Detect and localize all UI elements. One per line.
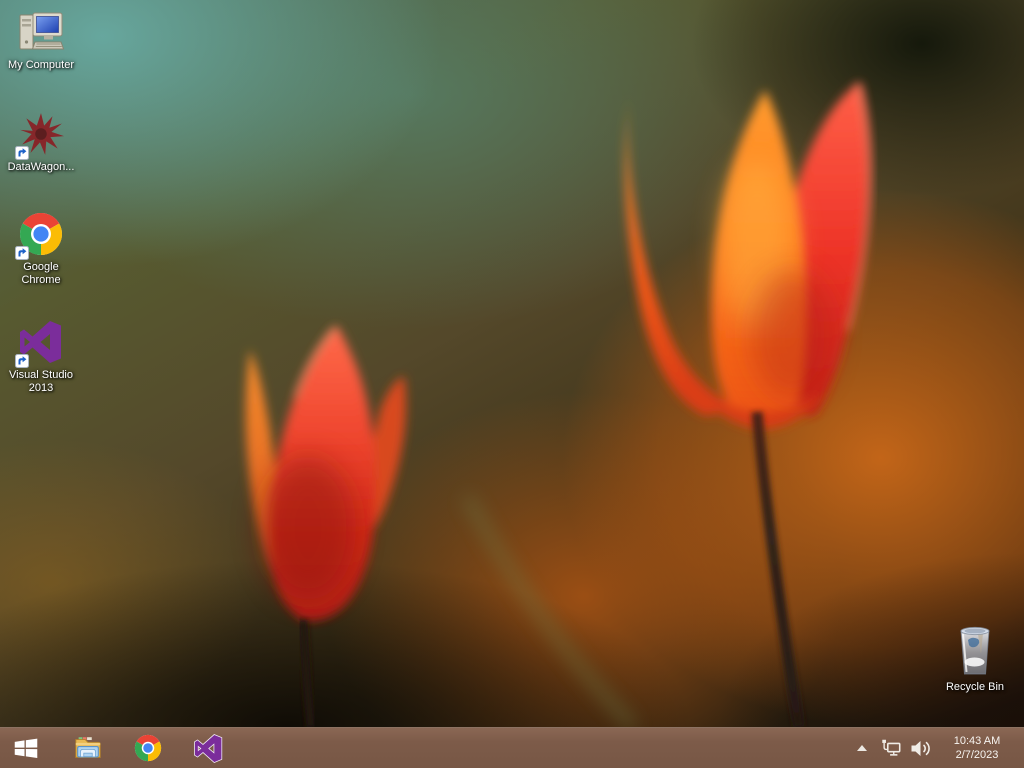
desktop-icon-label: Google Chrome <box>21 261 61 286</box>
network-icon <box>882 739 901 756</box>
taskbar-visual-studio-button[interactable] <box>184 728 232 768</box>
datawagon-icon <box>15 110 65 160</box>
shortcut-arrow-icon <box>15 146 29 160</box>
desktop-icon-label: Visual Studio 2013 <box>8 369 73 394</box>
tulip-wallpaper-art <box>245 82 871 727</box>
desktop-icon-label: Recycle Bin <box>945 681 1005 693</box>
taskbar-file-explorer-button[interactable] <box>64 728 112 768</box>
file-explorer-icon <box>75 737 101 758</box>
visual-studio-icon <box>193 733 222 763</box>
desktop-icon-visual-studio[interactable]: Visual Studio 2013 <box>3 318 79 395</box>
network-tray-button[interactable] <box>880 733 902 763</box>
desktop[interactable]: My Computer DataWagon... Google Chrome V… <box>0 0 1024 768</box>
desktop-icon-recycle-bin[interactable]: Recycle Bin <box>937 624 1013 694</box>
windows-logo-icon <box>14 738 38 759</box>
desktop-icon-google-chrome[interactable]: Google Chrome <box>3 210 79 287</box>
desktop-icon-label: My Computer <box>7 59 75 71</box>
speaker-icon <box>911 740 930 756</box>
wallpaper <box>0 0 1024 727</box>
recycle-bin-icon <box>951 624 999 678</box>
volume-tray-button[interactable] <box>909 733 931 763</box>
shortcut-arrow-icon <box>15 354 29 368</box>
taskbar-chrome-button[interactable] <box>124 728 172 768</box>
shortcut-arrow-icon <box>15 246 29 260</box>
my-computer-icon <box>17 8 65 56</box>
show-hidden-icons-button[interactable] <box>851 733 873 763</box>
chrome-icon <box>134 734 162 762</box>
desktop-icon-my-computer[interactable]: My Computer <box>3 8 79 72</box>
chrome-icon <box>15 210 65 260</box>
start-button[interactable] <box>0 728 52 768</box>
taskbar: 10:43 AM 2/7/2023 <box>0 727 1024 768</box>
visual-studio-icon <box>15 318 65 368</box>
desktop-icon-datawagon[interactable]: DataWagon... <box>3 110 79 174</box>
clock-time: 10:43 AM <box>953 735 1001 747</box>
taskbar-empty-area[interactable] <box>232 728 851 768</box>
clock-date: 2/7/2023 <box>955 749 999 761</box>
chevron-up-icon <box>857 745 867 751</box>
taskbar-clock[interactable]: 10:43 AM 2/7/2023 <box>938 728 1016 768</box>
desktop-icon-label: DataWagon... <box>7 161 75 173</box>
system-tray: 10:43 AM 2/7/2023 <box>851 728 1024 768</box>
